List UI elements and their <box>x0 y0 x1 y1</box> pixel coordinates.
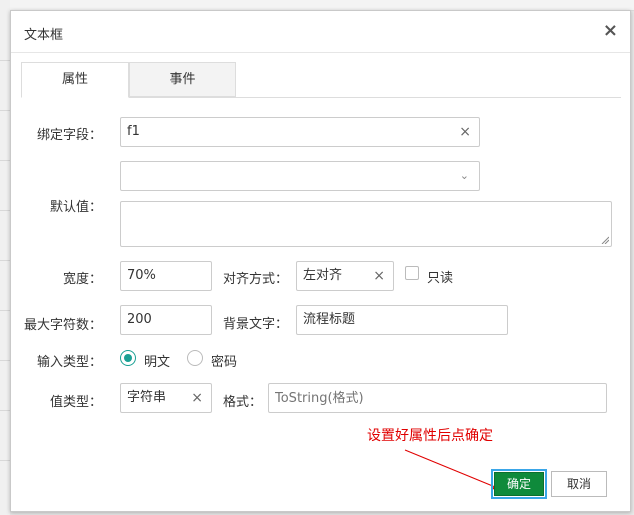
placeholder-text-label: 背景文字： <box>222 317 288 332</box>
bind-field-label: 绑定字段： <box>36 128 102 143</box>
chevron-down-icon: ⌄ <box>459 169 469 182</box>
resize-handle-icon[interactable] <box>601 236 609 244</box>
max-length-label: 最大字符数： <box>23 318 102 333</box>
format-input[interactable] <box>268 383 607 413</box>
bind-field-value: f1 <box>127 124 140 139</box>
readonly-label: 只读 <box>427 271 454 286</box>
align-label: 对齐方式： <box>222 272 288 287</box>
tab-events[interactable]: 事件 <box>129 62 236 97</box>
default-value-textarea[interactable] <box>120 201 612 247</box>
tab-properties[interactable]: 属性 <box>21 62 129 98</box>
clear-icon[interactable]: × <box>459 118 471 146</box>
radio-password[interactable] <box>187 350 203 366</box>
clear-icon[interactable]: × <box>191 384 203 412</box>
placeholder-text-value: 流程标题 <box>303 312 356 327</box>
readonly-checkbox[interactable] <box>405 266 419 280</box>
value-type-value: 字符串 <box>127 390 167 405</box>
max-length-value: 200 <box>127 312 152 327</box>
close-icon[interactable]: × <box>603 21 618 41</box>
radio-plaintext[interactable] <box>120 350 136 366</box>
align-value: 左对齐 <box>303 268 343 283</box>
clear-icon[interactable]: × <box>373 262 385 290</box>
format-label: 格式： <box>222 395 262 410</box>
width-label: 宽度： <box>62 272 102 287</box>
width-value: 70% <box>127 268 156 283</box>
placeholder-text-input[interactable]: 流程标题 <box>296 305 508 335</box>
align-select[interactable]: 左对齐 × <box>296 261 394 291</box>
ok-button[interactable]: 确定 <box>491 469 547 499</box>
radio-password-label[interactable]: 密码 <box>211 351 237 370</box>
value-type-select[interactable]: 字符串 × <box>120 383 212 413</box>
max-length-input[interactable]: 200 <box>120 305 212 335</box>
width-input[interactable]: 70% <box>120 261 212 291</box>
background-left-strip <box>0 0 10 515</box>
annotation-text: 设置好属性后点确定 <box>367 428 493 444</box>
tab-bar: 属性 事件 <box>21 62 621 98</box>
default-value-label: 默认值： <box>49 200 102 215</box>
cancel-button[interactable]: 取消 <box>551 471 607 497</box>
value-type-label: 值类型： <box>49 395 102 410</box>
bind-field-input[interactable]: f1 × <box>120 117 480 147</box>
input-type-label: 输入类型： <box>36 355 102 370</box>
dialog-titlebar: 文本框 × <box>11 11 630 53</box>
default-value-select[interactable]: ⌄ <box>120 161 480 191</box>
radio-plaintext-label[interactable]: 明文 <box>144 351 170 370</box>
dialog-title: 文本框 <box>24 28 64 43</box>
